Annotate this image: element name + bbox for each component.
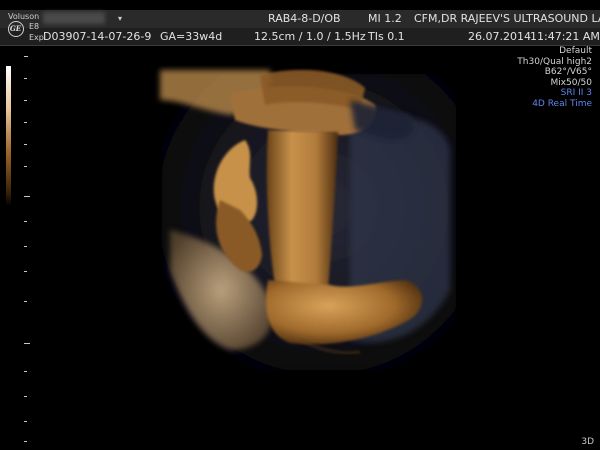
mode-label-e8: E8 xyxy=(29,22,40,31)
preset-label: Default xyxy=(559,46,592,56)
quality-label: Th30/Qual high2 xyxy=(517,56,592,67)
fetal-3d-render xyxy=(160,69,456,370)
clinic-name: CFM,DR RAJEEV'S ULTRASOUND LAI xyxy=(414,12,600,25)
exam-date: 26.07.2014 xyxy=(468,30,531,43)
sri-label: SRI II 3 xyxy=(560,88,592,98)
settings-panel: Default Th30/Qual high2 B62°/V65° Mix50/… xyxy=(517,46,592,109)
mix-label: Mix50/50 xyxy=(550,77,592,88)
patient-id: D03907-14-07-26-9 xyxy=(43,30,152,43)
depth-settings: 12.5cm / 1.0 / 1.5Hz xyxy=(254,30,366,43)
angles-label: B62°/V65° xyxy=(544,67,592,77)
mi-value: MI 1.2 xyxy=(368,12,402,25)
mode-label: 4D Real Time xyxy=(532,98,592,109)
brand-label: Voluson xyxy=(8,12,40,21)
fetal-leg xyxy=(266,130,338,290)
view-mode-3d: 3D xyxy=(581,437,594,447)
chevron-down-icon[interactable]: ▾ xyxy=(118,14,122,23)
ge-logo-icon: GE xyxy=(8,21,24,37)
exam-time: 11:47:21 AM xyxy=(530,30,600,43)
gestational-age: GA=33w4d xyxy=(160,30,223,43)
tis-value: TIs 0.1 xyxy=(368,30,405,43)
gray-scale-bar xyxy=(6,66,11,206)
depth-scale xyxy=(24,56,34,446)
patient-name-redacted xyxy=(43,12,105,24)
probe-label: RAB4-8-D/OB xyxy=(268,12,341,25)
mode-label-exp: Exp xyxy=(29,33,44,42)
